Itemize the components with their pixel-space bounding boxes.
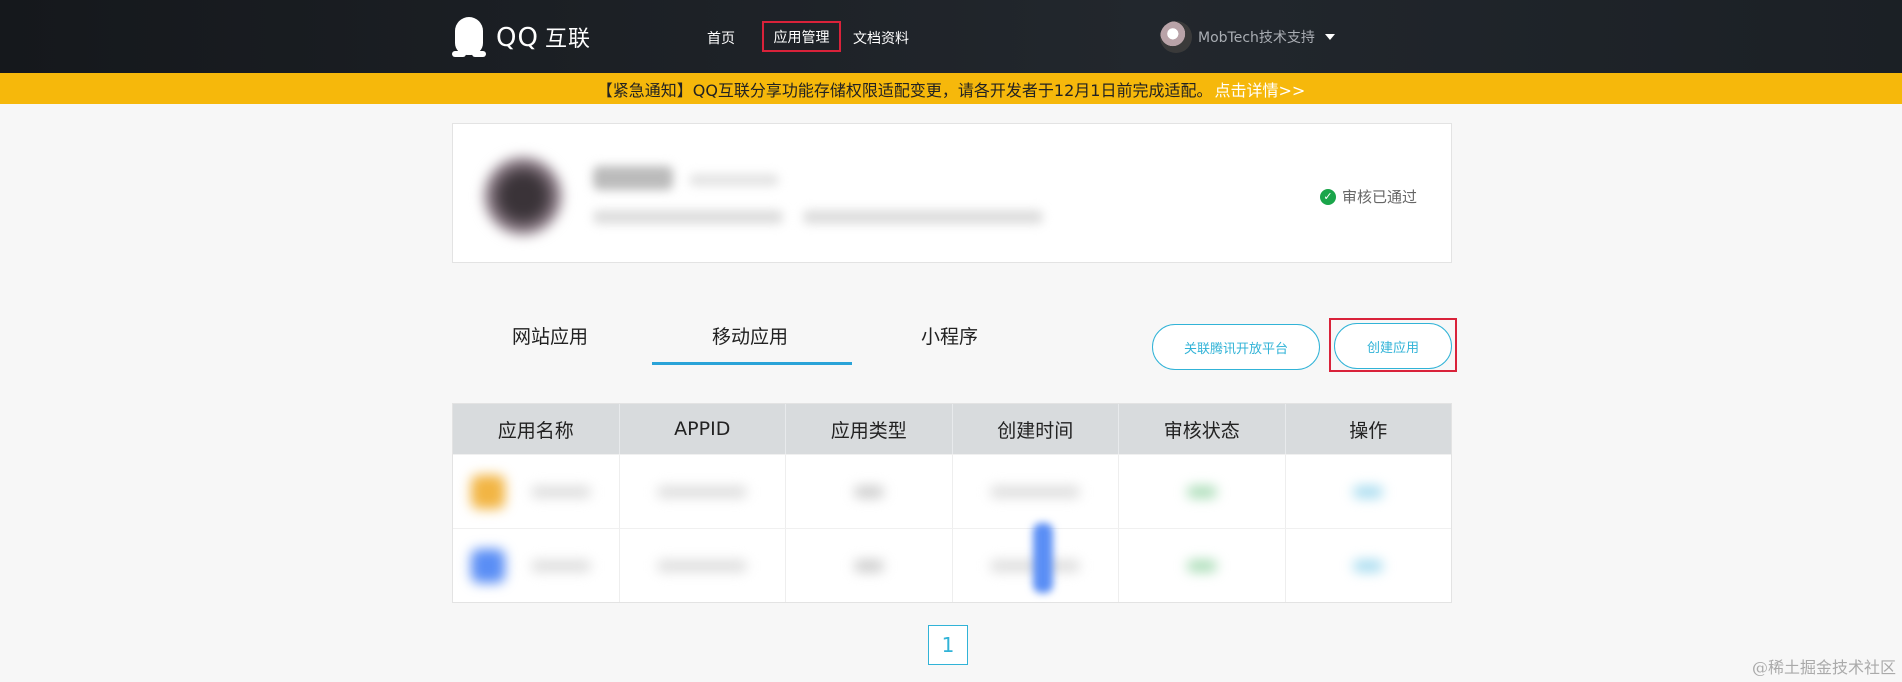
notice-details-link[interactable]: 点击详情>> — [1214, 77, 1305, 101]
avatar — [1160, 21, 1192, 53]
link-tencent-platform-button[interactable]: 关联腾讯开放平台 — [1152, 324, 1320, 370]
check-circle-icon: ✓ — [1319, 188, 1336, 205]
blurred-cell — [953, 455, 1119, 528]
blurred-cell — [786, 455, 953, 528]
blurred-cell — [620, 529, 786, 602]
blurred-cell — [453, 529, 620, 602]
col-app-type: 应用类型 — [786, 404, 953, 454]
col-app-name: 应用名称 — [453, 404, 620, 454]
cursor-artifact — [1032, 523, 1053, 593]
blurred-meta — [689, 174, 779, 186]
active-tab-indicator — [652, 362, 852, 365]
blurred-cell — [453, 455, 620, 528]
blurred-cell — [786, 529, 953, 602]
nav-app-manage[interactable]: 应用管理 — [762, 21, 841, 52]
review-status: ✓ 审核已通过 — [1319, 186, 1417, 207]
developer-profile-card: ✓ 审核已通过 — [452, 123, 1452, 263]
app-icon-blurred — [471, 475, 505, 509]
chevron-down-icon — [1324, 34, 1335, 40]
create-app-button[interactable]: 创建应用 — [1334, 323, 1452, 369]
tab-mini-programs[interactable]: 小程序 — [921, 322, 978, 349]
pagination-page-1[interactable]: 1 — [928, 625, 968, 665]
logo-text: QQ 互联 — [496, 23, 591, 53]
blurred-name — [593, 166, 673, 190]
col-created-time: 创建时间 — [953, 404, 1119, 454]
app-icon-blurred — [471, 549, 505, 583]
tab-mobile-apps[interactable]: 移动应用 — [712, 322, 788, 349]
top-navbar: QQ 互联 首页 应用管理 文档资料 MobTech技术支持 — [0, 0, 1902, 73]
col-appid: APPID — [620, 404, 786, 454]
user-name: MobTech技术支持 — [1198, 30, 1315, 46]
review-status-text: 审核已通过 — [1341, 188, 1417, 206]
penguin-icon — [452, 17, 486, 57]
blurred-cell — [953, 523, 1119, 602]
table-row[interactable] — [453, 523, 1452, 602]
col-actions: 操作 — [1349, 419, 1388, 442]
table-header: 应用名称 APPID 应用类型 创建时间 审核状态 操作 — [453, 404, 1451, 454]
col-review-status: 审核状态 — [1119, 404, 1286, 454]
blurred-cell[interactable] — [1286, 455, 1452, 528]
blurred-cell — [1119, 529, 1286, 602]
blurred-info-1 — [593, 210, 783, 224]
blurred-cell — [620, 455, 786, 528]
nav-docs[interactable]: 文档资料 — [853, 28, 909, 48]
qq-connect-logo[interactable]: QQ 互联 — [452, 17, 591, 57]
nav-home[interactable]: 首页 — [707, 28, 735, 48]
tab-website-apps[interactable]: 网站应用 — [512, 322, 588, 349]
table-row[interactable] — [453, 454, 1451, 528]
watermark: @稀土掘金技术社区 — [1751, 658, 1896, 677]
user-menu[interactable]: MobTech技术支持 — [1160, 21, 1335, 53]
notice-text: 【紧急通知】QQ互联分享功能存储权限适配变更，请各开发者于12月1日前完成适配。 — [596, 80, 1213, 100]
blurred-info-2 — [803, 210, 1043, 224]
notice-banner: 【紧急通知】QQ互联分享功能存储权限适配变更，请各开发者于12月1日前完成适配。… — [0, 73, 1902, 104]
blurred-cell[interactable] — [1286, 529, 1452, 602]
profile-avatar-blurred — [483, 156, 563, 236]
apps-table: 应用名称 APPID 应用类型 创建时间 审核状态 操作 — [452, 403, 1452, 603]
blurred-cell — [1119, 455, 1286, 528]
